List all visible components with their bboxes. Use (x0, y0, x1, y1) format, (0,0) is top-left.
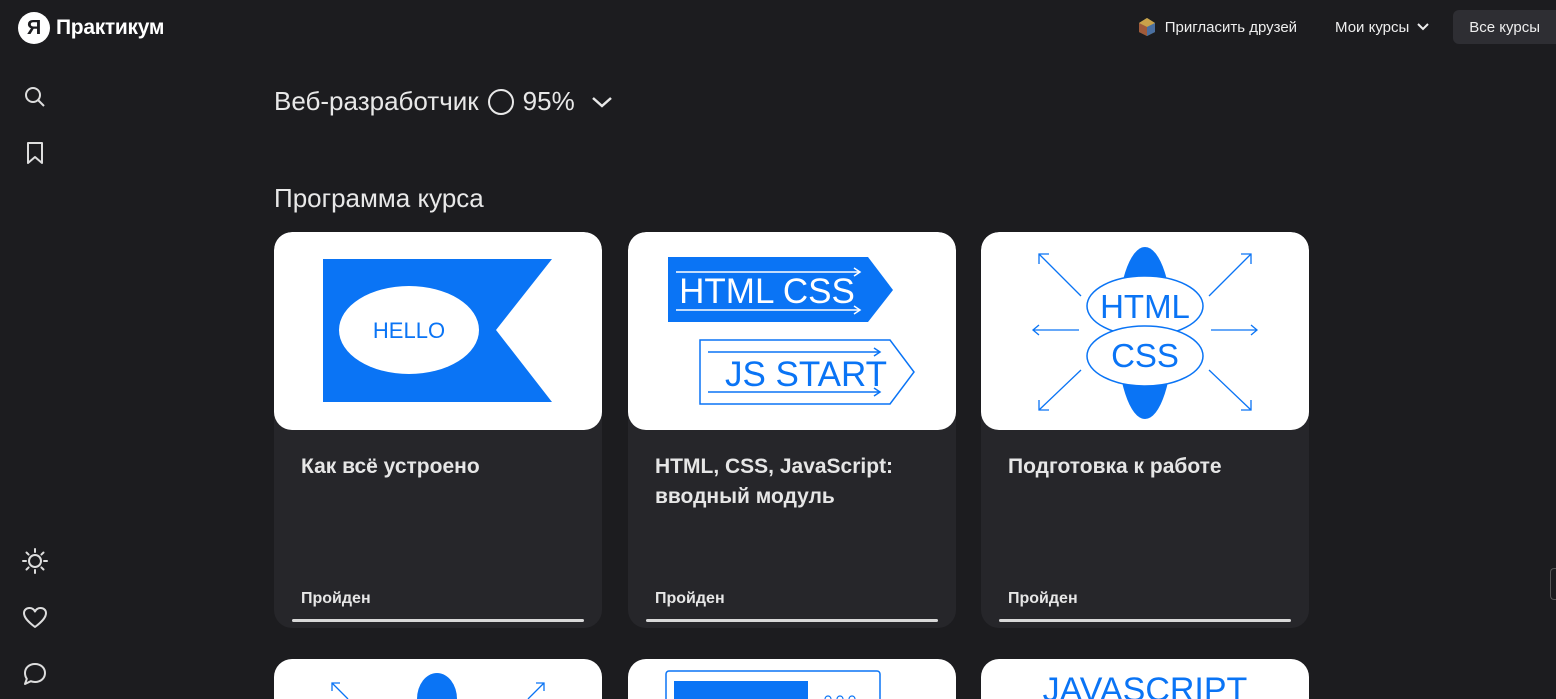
module-card[interactable]: HTML CSS Подготовка к работе Пройден (981, 232, 1309, 628)
html-css-burst-illustration: HTML CSS (1031, 247, 1259, 419)
logo-text: Практикум (56, 16, 165, 39)
invite-friends-link[interactable]: Пригласить друзей (1137, 17, 1297, 37)
sun-icon[interactable] (22, 548, 48, 574)
module-illustration (331, 673, 545, 699)
my-courses-dropdown[interactable]: Мои курсы (1335, 18, 1430, 36)
module-status: Пройден (655, 590, 725, 607)
module-card[interactable]: HTML CSS JS START HTML, CSS, JavaScript:… (628, 232, 956, 628)
illustration-text: CSS (1111, 337, 1179, 374)
module-progress-bar (292, 619, 584, 622)
header-nav: Пригласить друзей Мои курсы Все курсы (1137, 10, 1556, 44)
logo-mark: Я (18, 12, 50, 44)
module-card-partial[interactable] (628, 659, 956, 699)
module-card[interactable]: HELLO Как всё устроено Пройден (274, 232, 602, 628)
illustration-text: JS START (725, 355, 887, 394)
all-courses-button[interactable]: Все курсы (1453, 10, 1556, 44)
progress-ring-icon (487, 88, 514, 115)
illustration-text: HELLO (373, 318, 445, 343)
bookmark-icon[interactable] (22, 140, 48, 166)
module-progress-bar (999, 619, 1291, 622)
module-illustration: JAVASCRIPT (1043, 671, 1248, 699)
module-card-partial[interactable] (274, 659, 602, 699)
chevron-down-icon (591, 96, 612, 108)
html-css-js-illustration: HTML CSS JS START (668, 257, 915, 405)
module-card-partial[interactable]: JAVASCRIPT (981, 659, 1309, 699)
module-illustration: HTML CSS (981, 232, 1309, 430)
my-courses-label: Мои курсы (1335, 18, 1410, 36)
module-title: Как всё устроено (301, 455, 480, 478)
search-icon[interactable] (22, 84, 48, 110)
illustration-text: JAVASCRIPT (1043, 671, 1248, 699)
module-title: HTML, CSS, JavaScript: вводный модуль (655, 455, 894, 508)
module-illustration (665, 670, 881, 699)
course-selector[interactable]: Веб-разработчик 95% (274, 86, 613, 117)
program-section-title: Программа курса (274, 183, 484, 213)
module-status: Пройден (301, 590, 371, 607)
module-title: Подготовка к работе (1008, 455, 1222, 478)
course-progress: 95% (522, 86, 575, 116)
hello-flag-illustration: HELLO (323, 259, 552, 402)
gift-icon (1138, 18, 1155, 36)
feedback-tab[interactable] (1550, 568, 1556, 600)
module-progress-bar (646, 619, 938, 622)
illustration-text: HTML (1100, 288, 1190, 325)
heart-icon[interactable] (22, 605, 48, 631)
illustration-text: HTML CSS (679, 272, 855, 311)
course-title: Веб-разработчик (274, 86, 479, 116)
chevron-down-icon (1417, 23, 1430, 31)
invite-label: Пригласить друзей (1164, 18, 1298, 36)
module-illustration: HTML CSS JS START (628, 232, 956, 430)
chat-icon[interactable] (22, 661, 48, 687)
module-illustration: HELLO (274, 232, 602, 430)
module-status: Пройден (1008, 590, 1078, 607)
logo[interactable]: Я Практикум (18, 12, 164, 44)
